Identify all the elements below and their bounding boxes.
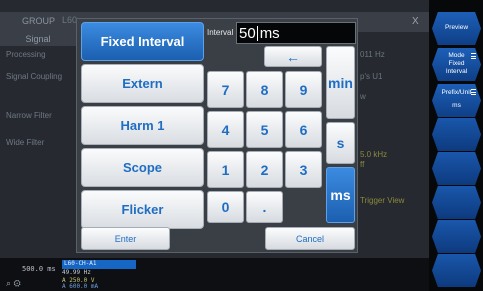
key-4[interactable]: 4 [207,111,244,148]
label-narrow-filter: Narrow Filter [6,111,52,120]
key-0[interactable]: 0 [207,191,244,223]
channel-badge: L60-CH-A1 [62,260,136,269]
value-narrow: w [360,92,366,101]
status-icons: ⌕ ⚙ [6,278,21,288]
softkey-mode[interactable]: Mode Fixed Interval [432,48,481,81]
key-2[interactable]: 2 [246,151,283,188]
tab-label[interactable]: L60 [62,15,77,25]
column-header: Signal [0,32,76,46]
value-wide: 5.0 kHz [360,150,388,159]
softkey-label: Preview [444,24,469,31]
key-5[interactable]: 5 [246,111,283,148]
key-3[interactable]: 3 [285,151,322,188]
softkey-preview[interactable]: Preview [432,12,481,45]
current-readout: A 600.0 mA [62,283,99,290]
softkey-prefix-unit[interactable]: Prefix/Unit ms [432,84,481,117]
interval-value: 50 [239,24,256,42]
softkey-value: ms [452,102,461,109]
softkey-panel: Preview Mode Fixed Interval Prefix/Unit … [429,0,483,291]
interval-unit: ms [259,24,280,42]
softkey-label: Prefix/Unit [441,89,472,96]
timebase-readout: 500.0 ms [22,265,56,273]
frequency-readout: 49.99 Hz [62,269,91,276]
key-7[interactable]: 7 [207,71,244,108]
softkey-empty[interactable] [432,220,481,253]
mode-harm1-button[interactable]: Harm 1 [81,106,204,145]
unit-min-key[interactable]: min [326,46,355,119]
mode-fixed-interval-button[interactable]: Fixed Interval [81,22,204,61]
softkey-empty[interactable] [432,152,481,185]
label-processing: Processing [6,50,46,59]
value-off: ff [360,160,365,169]
mode-extern-button[interactable]: Extern [81,64,204,103]
label-signal-coupling: Signal Coupling [6,72,63,81]
softkey-empty[interactable] [432,118,481,151]
mode-scope-button[interactable]: Scope [81,148,204,187]
interval-input[interactable]: 50 ms [236,22,356,44]
key-6[interactable]: 6 [285,111,322,148]
softkey-label: Mode [448,52,465,59]
unit-ms-key[interactable]: ms [326,167,355,223]
close-button[interactable]: X [412,16,419,27]
mode-flicker-button[interactable]: Flicker [81,190,204,229]
label-wide-filter: Wide Filter [6,138,45,147]
softkey-empty[interactable] [432,254,481,287]
key-8[interactable]: 8 [246,71,283,108]
softkey-value: Fixed Interval [445,60,468,75]
enter-button[interactable]: Enter [81,227,170,250]
text-caret [256,25,258,41]
trigger-view-label: Trigger View [360,196,405,205]
status-bar: 500.0 ms L60-CH-A1 49.99 Hz A 250.0 V A … [0,258,429,291]
cancel-button[interactable]: Cancel [265,227,355,250]
backspace-key[interactable]: ← [264,46,322,67]
key-9[interactable]: 9 [285,71,322,108]
interval-label: Interval [207,28,234,37]
interval-dialog: Fixed Interval Extern Harm 1 Scope Flick… [76,18,358,253]
softkey-empty[interactable] [432,186,481,219]
key-1[interactable]: 1 [207,151,244,188]
value-coupling: p's U1 [360,72,383,81]
group-label: GROUP [22,16,56,26]
value-freq: 011 Hz [360,50,385,59]
key-decimal[interactable]: . [246,191,283,223]
unit-s-key[interactable]: s [326,122,355,164]
